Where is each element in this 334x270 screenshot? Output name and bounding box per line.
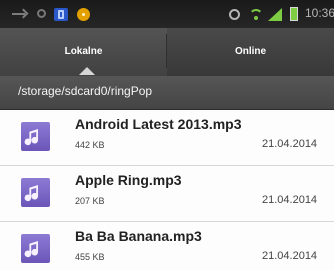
tab-bar: Lokalne Online [0,28,334,77]
selected-tab-indicator [79,67,95,75]
sync-icon [36,8,48,21]
phone-icon [54,8,68,21]
list-item[interactable]: Ba Ba Banana.mp3 455 KB 21.04.2014 [0,222,334,270]
music-note-icon [21,234,50,263]
tab-online[interactable]: Online [167,28,334,76]
list-item[interactable]: Apple Ring.mp3 207 KB 21.04.2014 [0,166,334,222]
status-bar: 10:36 [0,0,334,28]
wifi-icon [248,8,264,21]
signal-icon [268,8,286,21]
file-name: Apple Ring.mp3 [75,172,182,188]
phone-screen: 10:36 Lokalne Online /storage/sdcard0/ri… [0,0,334,270]
file-date: 21.04.2014 [262,138,318,150]
file-name: Ba Ba Banana.mp3 [75,228,202,244]
battery-icon [290,7,298,21]
file-date: 21.04.2014 [262,194,318,206]
file-date: 21.04.2014 [262,250,318,262]
list-item[interactable]: Android Latest 2013.mp3 442 KB 21.04.201… [0,110,334,166]
file-size: 442 KB [75,140,105,150]
file-name: Android Latest 2013.mp3 [75,116,242,132]
music-note-icon [21,122,50,151]
tab-divider [166,34,167,68]
notification-dot-icon [77,8,90,21]
current-path: /storage/sdcard0/ringPop [18,84,153,98]
file-size: 207 KB [75,196,105,206]
status-time: 10:36 [305,6,334,20]
alarm-icon [228,8,242,21]
usb-icon [12,8,26,21]
file-size: 455 KB [75,252,105,262]
path-bar: /storage/sdcard0/ringPop [0,76,334,110]
music-note-icon [21,178,50,207]
